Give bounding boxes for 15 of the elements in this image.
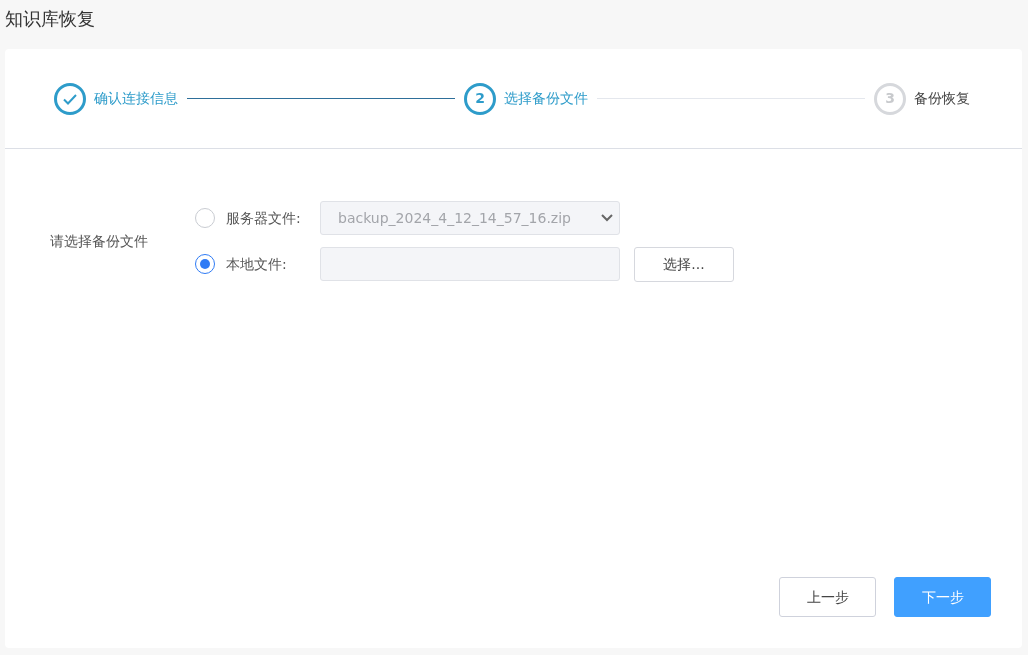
form-label: 请选择备份文件 [50,232,149,251]
radio-button[interactable] [195,254,215,274]
option-label: 服务器文件: [226,208,302,228]
step-label: 选择备份文件 [504,89,588,108]
step-label: 备份恢复 [914,89,970,108]
step-label: 确认连接信息 [94,89,178,108]
page-title: 知识库恢复 [4,7,96,31]
previous-button[interactable]: 上一步 [779,577,876,617]
chevron-down-icon [601,214,613,222]
check-icon [54,82,86,115]
option-label: 本地文件: [226,254,288,274]
radio-button[interactable] [195,208,215,228]
file-path-field[interactable] [320,247,620,281]
choose-file-button[interactable]: 选择... [634,246,734,282]
step-circle: 2 [464,82,496,115]
